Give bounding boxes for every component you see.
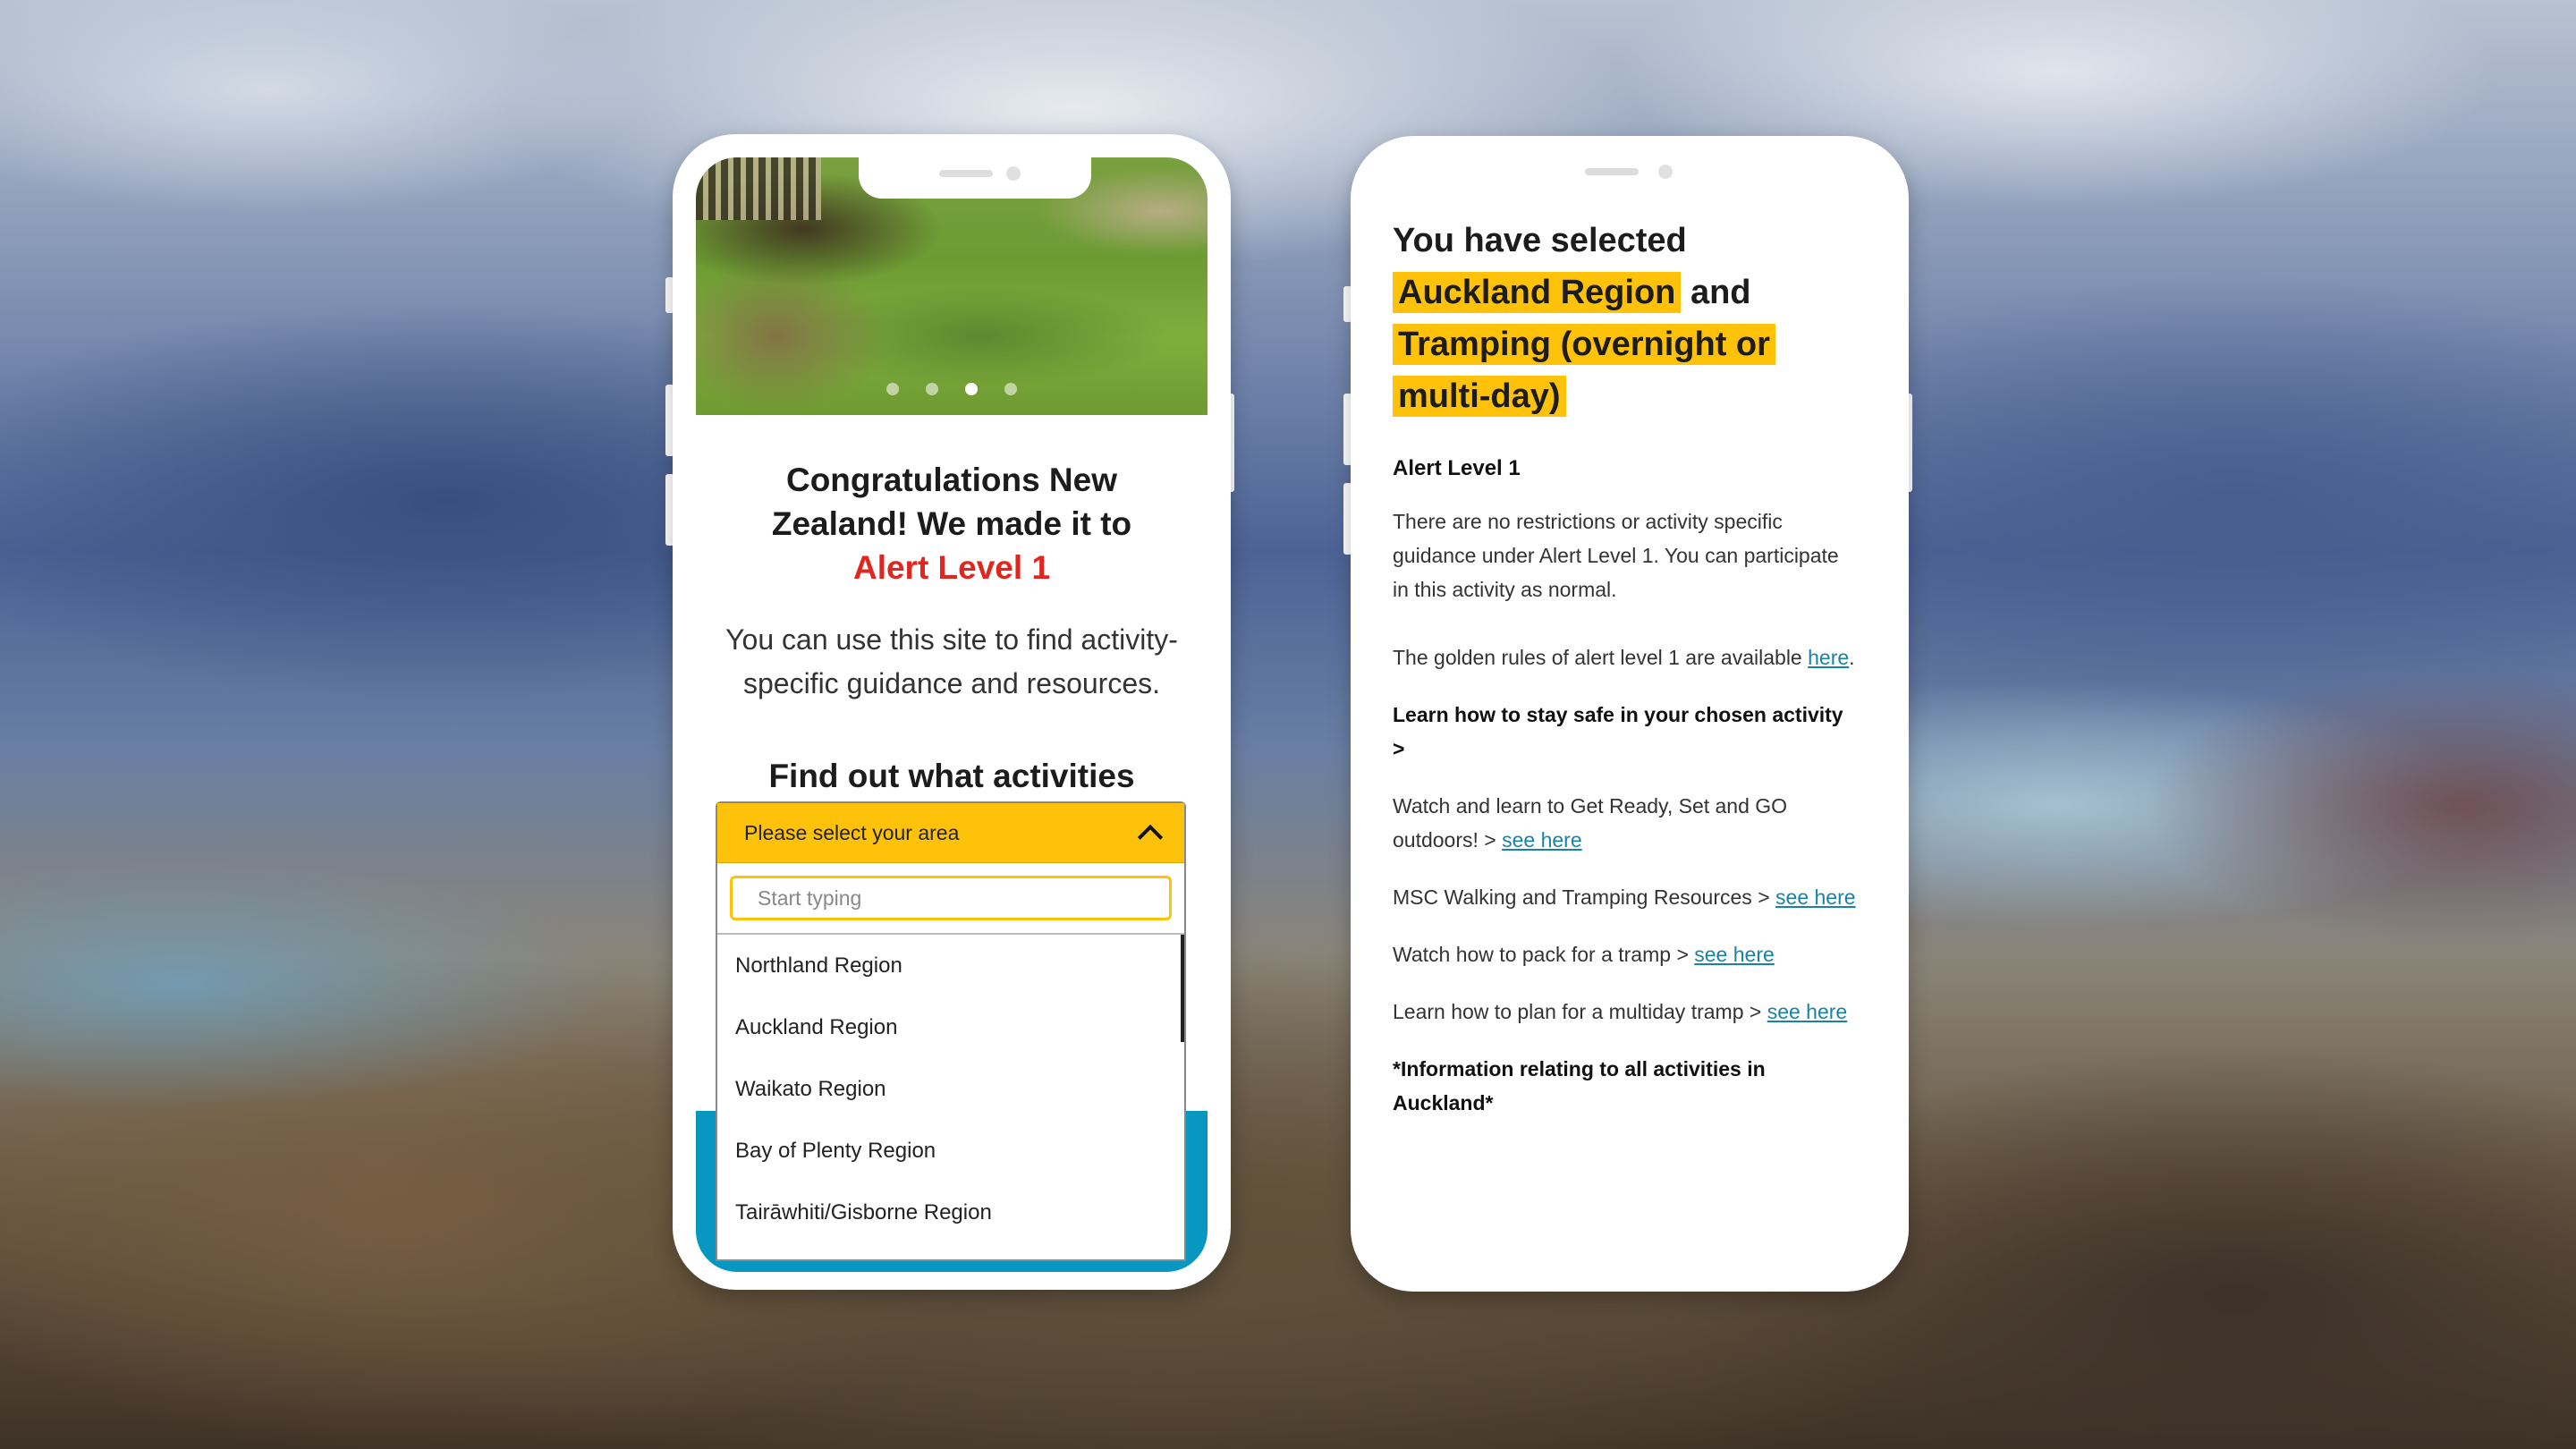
resource-item: Watch and learn to Get Ready, Set and GO… [1393,789,1858,857]
area-options-list: Northland Region Auckland Region Waikato… [717,935,1184,1257]
carousel-dot-active[interactable] [965,383,978,395]
area-search-input[interactable] [730,876,1172,920]
hero-carousel-image[interactable] [696,157,1208,415]
carousel-dots [696,383,1208,395]
resource-label: Watch how to pack for a tramp > [1393,943,1689,966]
resource-link[interactable]: see here [1775,886,1856,909]
selection-join: and [1690,274,1751,311]
camera-icon [1006,166,1021,181]
golden-rules-text: The golden rules of alert level 1 are av… [1393,640,1858,674]
speaker-icon [939,170,993,177]
resource-label: MSC Walking and Tramping Resources > [1393,886,1770,909]
alert-level-label: Alert Level 1 [1393,456,1521,480]
alert-level-highlight: Alert Level 1 [852,549,1051,586]
intro-text: You can use this site to find activity-s… [725,623,1178,699]
resource-link[interactable]: see here [1694,943,1775,966]
area-select-label: Please select your area [744,820,960,844]
area-option[interactable]: Waikato Region [717,1058,1184,1120]
carousel-dot[interactable] [926,383,938,395]
phone-right: You have selected Auckland Region and Tr… [1351,136,1909,1292]
area-select-toggle[interactable]: Please select your area [717,803,1184,863]
learn-safe-heading[interactable]: Learn how to stay safe in your chosen ac… [1393,698,1858,766]
area-select-dropdown[interactable]: Please select your area Northland Region… [716,801,1186,1261]
resource-link[interactable]: see here [1767,1000,1848,1023]
area-option[interactable]: Tairāwhiti/Gisborne Region [717,1182,1184,1243]
phone-left: Congratulations New Zealand! We made it … [673,134,1231,1290]
resource-item: Watch how to pack for a tramp > see here [1393,937,1858,971]
selected-region-highlight: Auckland Region [1393,272,1682,313]
options-scrollbar[interactable] [1181,935,1184,1042]
phone-notch [859,157,1091,199]
resource-item: Learn how to plan for a multiday tramp >… [1393,995,1858,1029]
area-option[interactable]: Auckland Region [717,996,1184,1058]
all-activities-info-heading[interactable]: *Information relating to all activities … [1393,1052,1858,1120]
speaker-icon [1585,168,1639,175]
heading-text: Congratulations New Zealand! We made it … [771,462,1132,542]
bridge-image-detail [696,157,821,220]
selection-heading: You have selected Auckland Region and Tr… [1393,215,1858,422]
resource-label: Watch and learn to Get Ready, Set and GO… [1393,794,1788,852]
chevron-up-icon[interactable] [1137,824,1164,851]
blurred-landscape-background [0,0,2576,1449]
congratulations-heading: Congratulations New Zealand! We made it … [746,458,1157,589]
selection-prefix: You have selected [1393,222,1687,259]
resource-label: Learn how to plan for a multiday tramp > [1393,1000,1762,1023]
carousel-dot[interactable] [886,383,899,395]
golden-rules-label: The golden rules of alert level 1 are av… [1393,646,1802,669]
resource-link[interactable]: see here [1502,828,1582,852]
resource-item: MSC Walking and Tramping Resources > see… [1393,880,1858,914]
carousel-dot[interactable] [1004,383,1017,395]
golden-rules-suffix: . [1849,646,1855,669]
area-option[interactable]: Northland Region [717,935,1184,996]
selected-activity-highlight: Tramping (overnight or multi-day) [1393,324,1775,417]
camera-icon [1658,165,1673,179]
golden-rules-link[interactable]: here [1808,646,1849,669]
no-restrictions-text: There are no restrictions or activity sp… [1393,510,1839,601]
area-option[interactable]: Bay of Plenty Region [717,1120,1184,1182]
